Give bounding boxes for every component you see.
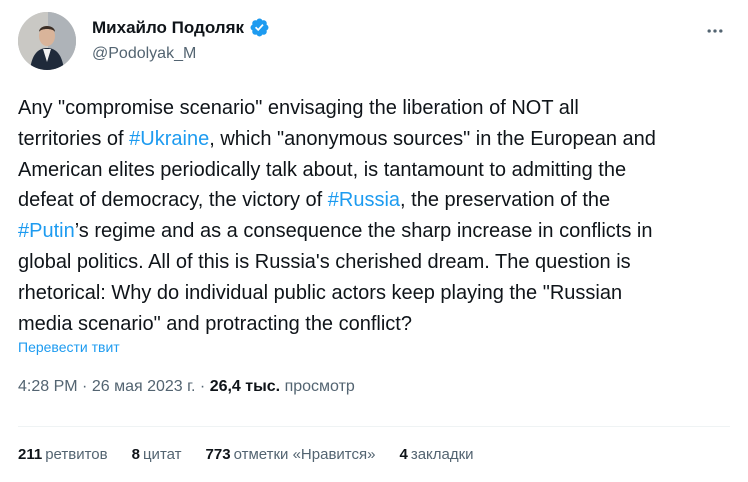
- tweet: Михайло Подоляк @Podolyak_M Any "comprom…: [0, 0, 748, 482]
- stat-label: отметки «Нравится»: [233, 446, 376, 463]
- verified-badge-icon: [249, 17, 270, 38]
- stat-count: 211: [18, 446, 43, 463]
- tweet-text-line: territories of #Ukraine, which "anonymou…: [18, 124, 733, 155]
- stat-retweets[interactable]: 211 ретвитов: [18, 446, 108, 463]
- views-count: 26,4 тыс.: [209, 378, 281, 395]
- tweet-text-segment: Any "compromise scenario" envisaging the…: [18, 97, 579, 119]
- hashtag-link[interactable]: #Ukraine: [129, 128, 209, 150]
- meta-separator: ·: [82, 378, 92, 395]
- hashtag-link[interactable]: #Putin: [18, 220, 75, 242]
- tweet-text-segment: global politics. All of this is Russia's…: [18, 250, 631, 273]
- meta-separator: ·: [199, 378, 210, 395]
- tweet-text-line: rhetorical: Why do individual public act…: [18, 278, 733, 309]
- tweet-text-segment: ’s regime and as a consequence the sharp…: [74, 220, 653, 243]
- tweet-stats: 211 ретвитов 8 цитат 773 отметки «Нравится»…: [18, 446, 498, 463]
- tweet-text-line: media scenario" and protracting the conf…: [18, 309, 733, 340]
- tweet-text-segment: , which "anonymous sources" in the Europ…: [209, 127, 656, 150]
- tweet-text-segment: defeat of democracy, the victory of: [18, 189, 328, 212]
- stat-count: 773: [205, 446, 231, 463]
- avatar-image: [18, 12, 76, 70]
- translate-tweet-link[interactable]: Перевести твит: [18, 339, 120, 355]
- tweet-meta: 4:28 PM · 26 мая 2023 г. · 26,4 тыс. про…: [18, 378, 355, 396]
- tweet-text-segment: , the preservation of the: [400, 189, 611, 212]
- stat-label: ретвитов: [45, 446, 108, 463]
- more-button[interactable]: [700, 16, 730, 46]
- tweet-text-line: defeat of democracy, the victory of #Rus…: [18, 185, 733, 216]
- stat-count: 4: [399, 446, 408, 463]
- author-name-row[interactable]: Михайло Подоляк: [92, 17, 270, 38]
- stat-quotes[interactable]: 8 цитат: [132, 446, 182, 463]
- tweet-text: Any "compromise scenario" envisaging the…: [18, 93, 733, 339]
- more-icon: [707, 29, 723, 33]
- tweet-text-segment: rhetorical: Why do individual public act…: [18, 281, 623, 304]
- tweet-text-line: global politics. All of this is Russia's…: [18, 247, 733, 278]
- tweet-text-line: Any "compromise scenario" envisaging the…: [18, 93, 733, 124]
- tweet-text-segment: territories of: [18, 127, 130, 150]
- tweet-text-segment: American elites periodically talk about,…: [18, 158, 627, 181]
- tweet-date[interactable]: 26 мая 2023 г.: [92, 378, 196, 395]
- views-label: просмотр: [284, 378, 355, 395]
- tweet-time[interactable]: 4:28 PM: [18, 378, 78, 395]
- hashtag-link[interactable]: #Russia: [328, 189, 400, 211]
- stat-count: 8: [131, 446, 140, 463]
- divider: [18, 426, 730, 427]
- stat-likes[interactable]: 773 отметки «Нравится»: [206, 446, 376, 463]
- tweet-text-line: #Putin’s regime and as a consequence the…: [18, 216, 733, 247]
- stat-label: цитат: [142, 446, 182, 463]
- stat-label: закладки: [410, 446, 474, 463]
- author-name[interactable]: Михайло Подоляк: [92, 18, 244, 38]
- author-handle[interactable]: @Podolyak_M: [92, 45, 196, 63]
- tweet-text-segment: media scenario" and protracting the conf…: [18, 312, 412, 335]
- stat-bookmarks[interactable]: 4 закладки: [399, 446, 473, 463]
- avatar[interactable]: [18, 12, 76, 70]
- tweet-text-line: American elites periodically talk about,…: [18, 155, 733, 186]
